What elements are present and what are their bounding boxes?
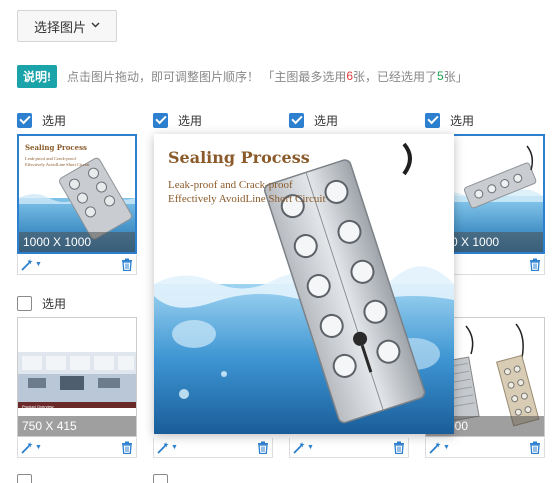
use-checkbox-row[interactable]: 选用 xyxy=(17,111,66,129)
checkbox-checked[interactable] xyxy=(17,112,32,128)
checkbox-label: 选用 xyxy=(314,113,339,128)
select-image-label: 选择图片 xyxy=(33,19,86,35)
notice-text-suffix: 张」 xyxy=(443,69,468,84)
use-checkbox-row[interactable] xyxy=(17,473,42,483)
checkbox-label: 选用 xyxy=(178,113,203,128)
notice-max-count: 6 xyxy=(346,69,354,83)
chevron-down-icon: ▼ xyxy=(35,444,42,451)
thumb-toolbar: ▼ xyxy=(153,438,273,458)
notice-bar: 说明! 点击图片拖动，即可调整图片顺序！ 「主图最多选用 6 张，已经选用了 5 张」 xyxy=(17,64,468,88)
thumb-title: Sealing Process xyxy=(25,143,87,152)
magic-wand-icon[interactable]: ▼ xyxy=(293,441,314,454)
thumb-caption: Product Overview xyxy=(22,404,54,409)
use-checkbox-row[interactable]: 选用 xyxy=(289,111,338,129)
use-checkbox-row[interactable]: 选用 xyxy=(153,111,202,129)
chevron-down-icon: ▼ xyxy=(171,444,178,451)
checkbox-label: 选用 xyxy=(42,296,67,311)
checkbox-label: 选用 xyxy=(450,113,475,128)
select-image-button[interactable]: 选择图片 xyxy=(17,10,117,42)
chevron-down-icon: ▼ xyxy=(307,444,314,451)
trash-icon[interactable] xyxy=(121,441,133,454)
use-checkbox-row[interactable]: 选用 xyxy=(425,111,474,129)
use-checkbox-row[interactable] xyxy=(153,473,178,483)
chevron-down-icon xyxy=(91,20,100,31)
trash-icon[interactable] xyxy=(257,441,269,454)
preview-title: Sealing Process xyxy=(168,148,310,167)
svg-text:Effectively AvoidLine Short Ci: Effectively AvoidLine Short Circuit xyxy=(25,162,90,167)
magic-wand-icon[interactable]: ▼ xyxy=(429,441,450,454)
chevron-down-icon: ▼ xyxy=(35,261,42,268)
chevron-down-icon: ▼ xyxy=(443,444,450,451)
product-thumbnail[interactable]: Product Overview 750 X 415 xyxy=(17,317,137,437)
checkbox-unchecked[interactable] xyxy=(17,295,32,311)
preview-subtitle: Leak-proof and Crack-proof Effectively A… xyxy=(168,179,326,205)
thumb-toolbar: ▼ xyxy=(289,438,409,458)
trash-icon[interactable] xyxy=(529,258,541,271)
product-thumbnail[interactable]: Sealing Process Leak-proof and Crack-pro… xyxy=(17,134,137,254)
checkbox-checked[interactable] xyxy=(153,112,168,128)
checkbox-label: 选用 xyxy=(42,113,67,128)
trash-icon[interactable] xyxy=(529,441,541,454)
thumb-toolbar: ▼ xyxy=(425,438,545,458)
image-size-label: 1000 X 1000 xyxy=(19,232,135,252)
notice-badge: 说明! xyxy=(17,64,57,88)
checkbox-unchecked[interactable] xyxy=(17,473,32,483)
notice-text-prefix: 点击图片拖动，即可调整图片顺序！ 「主图最多选用 xyxy=(67,69,347,84)
thumb-toolbar: ▼ xyxy=(17,255,137,275)
image-size-label: 750 X 415 xyxy=(18,416,136,436)
trash-icon[interactable] xyxy=(393,441,405,454)
checkbox-unchecked[interactable] xyxy=(153,473,168,483)
magic-wand-icon[interactable]: ▼ xyxy=(21,441,42,454)
checkbox-checked[interactable] xyxy=(289,112,304,128)
trash-icon[interactable] xyxy=(121,258,133,271)
notice-text-mid: 张，已经选用了 xyxy=(353,69,438,84)
magic-wand-icon[interactable]: ▼ xyxy=(157,441,178,454)
thumb-toolbar: ▼ xyxy=(17,438,137,458)
notice-selected-count: 5 xyxy=(437,69,444,83)
image-preview-popup[interactable]: Sealing Process Leak-proof and Crack-pro… xyxy=(154,134,454,434)
checkbox-checked[interactable] xyxy=(425,112,440,128)
use-checkbox-row[interactable]: 选用 xyxy=(17,294,66,312)
magic-wand-icon[interactable]: ▼ xyxy=(21,258,42,271)
svg-text:Leak-proof and Crack-proof: Leak-proof and Crack-proof xyxy=(25,156,76,161)
